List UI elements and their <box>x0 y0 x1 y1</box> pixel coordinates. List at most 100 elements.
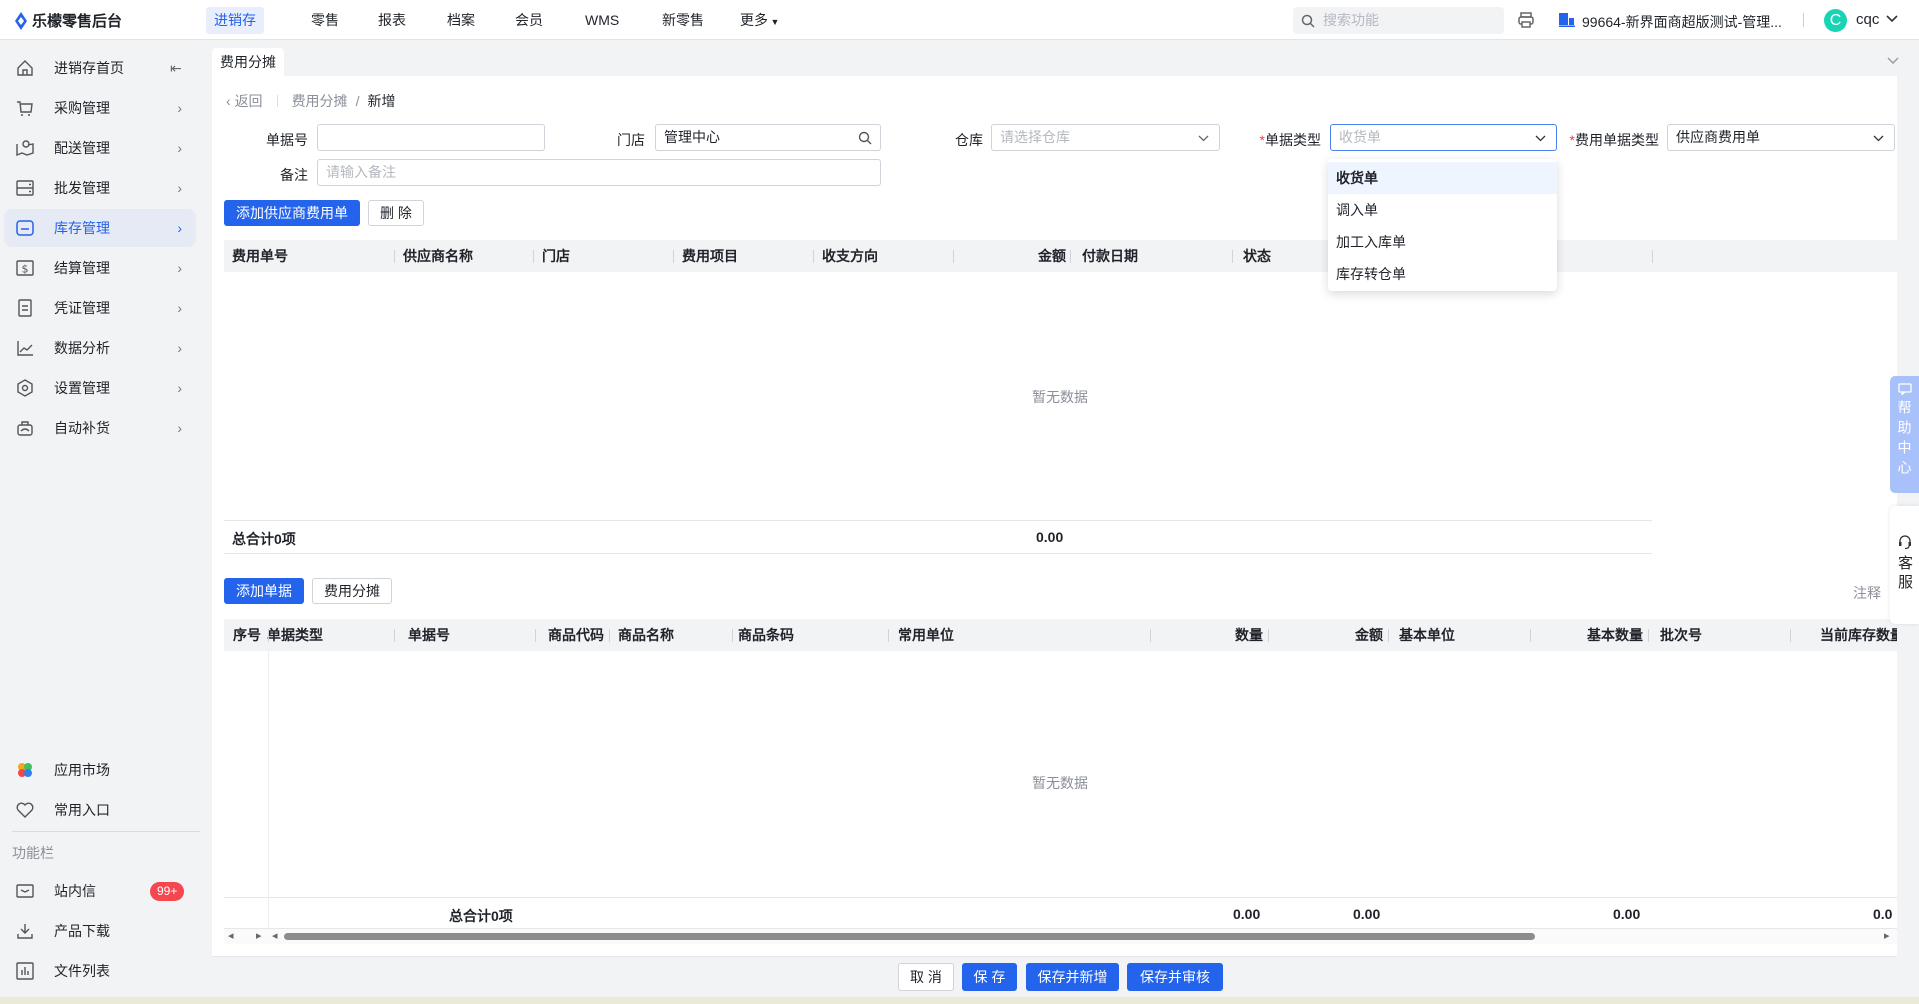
column-divider[interactable] <box>732 629 733 642</box>
column-divider[interactable] <box>1648 629 1649 642</box>
sidebar-item-5[interactable]: $ 结算管理 › <box>4 249 196 287</box>
avatar[interactable]: C <box>1824 9 1847 32</box>
column-header[interactable]: 金额 <box>1038 240 1066 272</box>
column-divider[interactable] <box>268 629 269 642</box>
column-divider[interactable] <box>1150 629 1151 642</box>
scroll-right-icon[interactable]: ▸ <box>1884 929 1890 942</box>
nav-1[interactable]: 零售 <box>303 7 347 34</box>
column-divider[interactable] <box>673 250 674 263</box>
sidebar-item-1[interactable]: 采购管理 › <box>4 89 196 127</box>
sidebar-item-0[interactable]: 进销存首页 <box>4 49 196 87</box>
column-divider[interactable] <box>953 250 954 263</box>
delete-button[interactable]: 删 除 <box>368 200 424 226</box>
nav-3[interactable]: 档案 <box>439 7 483 34</box>
sidebar-item-3[interactable]: 批发管理 › <box>4 169 196 207</box>
search-input[interactable]: 搜索功能 <box>1293 7 1504 34</box>
sidebar-item-2[interactable]: 配送管理 › <box>4 129 196 167</box>
column-header[interactable]: 批次号 <box>1660 619 1702 651</box>
printer-icon[interactable] <box>1517 11 1535 29</box>
store-name[interactable]: 99664-新界面商超版测试-管理... <box>1582 12 1782 32</box>
customer-service-button[interactable]: 客服 <box>1890 506 1919 624</box>
column-divider[interactable] <box>394 250 395 263</box>
column-header[interactable]: 商品代码 <box>548 619 604 651</box>
sidebar-item-7[interactable]: 数据分析 › <box>4 329 196 367</box>
column-header[interactable]: 基本单位 <box>1399 619 1455 651</box>
column-header[interactable]: 单据类型 <box>267 619 323 651</box>
fee-allocate-button[interactable]: 费用分摊 <box>312 578 392 604</box>
column-header[interactable]: 收支方向 <box>822 240 878 272</box>
column-divider[interactable] <box>1790 629 1791 642</box>
column-header[interactable]: 金额 <box>1355 619 1383 651</box>
column-header[interactable]: 付款日期 <box>1082 240 1138 272</box>
warehouse-select[interactable]: 请选择仓库 <box>991 124 1220 151</box>
sidebar-item-9[interactable]: 自动补货 › <box>4 409 196 447</box>
chevron-down-icon[interactable] <box>1886 15 1898 23</box>
column-divider[interactable] <box>1268 629 1269 642</box>
nav-5[interactable]: WMS <box>577 7 627 34</box>
column-header[interactable]: 数量 <box>1235 619 1263 651</box>
back-label[interactable]: 返回 <box>235 93 263 109</box>
save-and-audit-button[interactable]: 保存并审核 <box>1127 963 1223 991</box>
add-document-button[interactable]: 添加单据 <box>224 578 304 604</box>
column-header[interactable]: 供应商名称 <box>403 240 473 272</box>
column-divider[interactable] <box>1530 629 1531 642</box>
sidebar-item-8[interactable]: 设置管理 › <box>4 369 196 407</box>
tab-fee-allocation[interactable]: 费用分摊 <box>212 48 284 76</box>
scroll-left-icon[interactable]: ◂ <box>272 929 278 942</box>
scrollbar-thumb[interactable] <box>284 933 1535 940</box>
column-header[interactable]: 商品条码 <box>738 619 794 651</box>
collapse-sidebar-icon[interactable]: ⇤ <box>170 60 182 77</box>
store-input[interactable]: 管理中心 <box>655 124 881 151</box>
dropdown-option[interactable]: 收货单 <box>1328 162 1557 194</box>
column-divider[interactable] <box>813 250 814 263</box>
back-link[interactable]: ‹ 返回 <box>226 91 263 111</box>
column-header[interactable]: 序号 <box>233 619 261 651</box>
user-name[interactable]: cqc <box>1856 11 1879 28</box>
column-header[interactable]: 商品名称 <box>618 619 674 651</box>
sidebar-tool-1[interactable]: 产品下载 <box>4 912 196 950</box>
app-logo[interactable]: 乐檬零售后台 <box>14 10 122 31</box>
column-divider[interactable] <box>533 250 534 263</box>
fee-doc-type-select[interactable]: 供应商费用单 <box>1667 124 1895 151</box>
horizontal-scrollbar[interactable]: ◂ ▸ ◂ ▸ <box>224 928 1897 944</box>
save-and-new-button[interactable]: 保存并新增 <box>1026 963 1119 991</box>
sidebar-tool-0[interactable]: 站内信 99+ <box>4 872 196 910</box>
column-divider[interactable] <box>535 629 536 642</box>
breadcrumb-parent[interactable]: 费用分摊 <box>292 91 348 111</box>
remark-input[interactable]: 请输入备注 <box>317 159 881 186</box>
nav-4[interactable]: 会员 <box>507 7 551 34</box>
sidebar-item-6[interactable]: 凭证管理 › <box>4 289 196 327</box>
column-header[interactable]: 常用单位 <box>898 619 954 651</box>
tabs-chevron-down-icon[interactable] <box>1887 57 1899 65</box>
nav-0[interactable]: 进销存 <box>206 7 264 34</box>
column-header[interactable]: 状态 <box>1243 240 1271 272</box>
search-icon[interactable] <box>858 131 872 145</box>
save-button[interactable]: 保 存 <box>962 963 1017 991</box>
column-header[interactable]: 当前库存数量 <box>1820 619 1897 651</box>
doc-no-input[interactable] <box>317 124 545 151</box>
nav-6[interactable]: 新零售 <box>654 7 712 34</box>
cancel-button[interactable]: 取 消 <box>898 963 954 991</box>
add-supplier-fee-button[interactable]: 添加供应商费用单 <box>224 200 360 226</box>
column-divider[interactable] <box>394 629 395 642</box>
column-divider[interactable] <box>1232 250 1233 263</box>
sidebar-item-4[interactable]: 库存管理 › <box>4 209 196 247</box>
nav-7[interactable]: 更多 ▼ <box>732 7 787 34</box>
scroll-left-icon[interactable]: ◂ <box>228 929 234 942</box>
column-divider[interactable] <box>1388 629 1389 642</box>
column-divider[interactable] <box>888 629 889 642</box>
scroll-right-icon[interactable]: ▸ <box>256 929 262 942</box>
sidebar-tool-2[interactable]: 文件列表 <box>4 952 196 990</box>
column-divider[interactable] <box>1652 250 1653 263</box>
sidebar-bottom-0[interactable]: 应用市场 <box>4 751 196 789</box>
help-center-button[interactable]: 帮助中心 <box>1890 376 1919 493</box>
dropdown-option[interactable]: 加工入库单 <box>1328 226 1557 258</box>
column-header[interactable]: 门店 <box>542 240 570 272</box>
nav-2[interactable]: 报表 <box>370 7 414 34</box>
column-divider[interactable] <box>1070 250 1071 263</box>
sidebar-bottom-1[interactable]: 常用入口 <box>4 791 196 829</box>
column-header[interactable]: 费用单号 <box>232 240 288 272</box>
dropdown-option[interactable]: 库存转仓单 <box>1328 258 1557 290</box>
column-header[interactable]: 单据号 <box>408 619 450 651</box>
doc-type-select[interactable]: 收货单 <box>1330 124 1557 151</box>
